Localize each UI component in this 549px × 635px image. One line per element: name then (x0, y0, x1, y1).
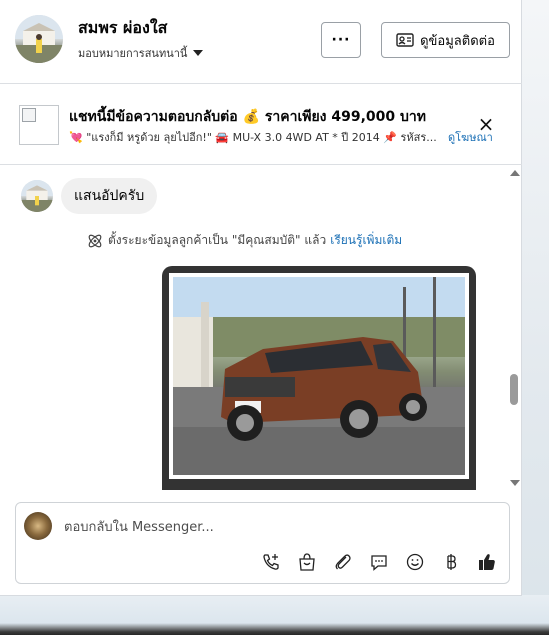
shopping-bag-icon[interactable] (295, 550, 319, 574)
scroll-thumb[interactable] (510, 374, 518, 405)
message-bubble[interactable]: แสนอัปครับ (61, 178, 158, 214)
desktop-background (522, 0, 549, 635)
atom-icon (88, 234, 102, 247)
ad-banner-detail: 💘 "แรงก็มี หรูด้วย ลุยไปอีก!" 🚘 MU-X 3.0… (69, 131, 437, 144)
phone-plus-icon[interactable] (259, 550, 283, 574)
paperclip-icon[interactable] (331, 550, 355, 574)
thumbs-up-icon[interactable] (475, 550, 499, 574)
sender-avatar (21, 180, 53, 212)
system-note: ตั้งระยะข้อมูลลูกค้าเป็น "มีคุณสมบัติ" แ… (86, 231, 402, 250)
view-contact-button[interactable]: ดูข้อมูลติดต่อ (381, 22, 510, 58)
avatar-photo (15, 15, 63, 63)
chat-bubble-icon[interactable] (367, 550, 391, 574)
contact-avatar[interactable] (15, 15, 63, 63)
sender-avatar-photo (21, 180, 53, 212)
caret-down-icon (193, 50, 204, 56)
assign-conversation-label: มอบหมายการสนทนานี้ (78, 47, 188, 60)
ad-banner-title: แชทนี้มีข้อความตอบกลับต่อ 💰 ราคาเพียง 49… (69, 109, 427, 125)
system-note-text: ตั้งระยะข้อมูลลูกค้าเป็น "มีคุณสมบัติ" แ… (108, 233, 327, 247)
ad-reply-banner: แชทนี้มีข้อความตอบกลับต่อ 💰 ราคาเพียง 49… (0, 84, 522, 165)
scroll-down-arrow-icon[interactable] (510, 480, 520, 486)
ad-thumbnail[interactable] (19, 105, 59, 145)
view-contact-label: ดูข้อมูลติดต่อ (420, 33, 495, 49)
contact-name: สมพร ผ่องใส (78, 18, 168, 37)
chat-header: สมพร ผ่องใส มอบหมายการสนทนานี้ ··· ดูข้อ… (0, 0, 522, 84)
page-avatar (24, 512, 52, 540)
chat-window: สมพร ผ่องใส มอบหมายการสนทนานี้ ··· ดูข้อ… (0, 0, 522, 596)
attached-photo-frame (162, 266, 476, 490)
scroll-up-arrow-icon[interactable] (510, 170, 520, 176)
assign-conversation-dropdown[interactable]: มอบหมายการสนทนานี้ (78, 44, 204, 62)
thread-scrollbar[interactable] (507, 165, 521, 490)
smiley-icon[interactable] (403, 550, 427, 574)
attached-photo[interactable] (169, 273, 469, 479)
message-thread: แสนอัปครับ ตั้งระยะข้อมูลลูกค้าเป็น "มีค… (0, 165, 522, 490)
baht-icon[interactable] (439, 550, 463, 574)
car-photo-illustration (173, 277, 465, 475)
more-options-button[interactable]: ··· (321, 22, 361, 58)
desktop-taskbar-edge (0, 595, 549, 635)
learn-more-link[interactable]: เรียนรู้เพิ่มเติม (330, 231, 402, 250)
close-icon[interactable]: × (476, 114, 496, 134)
contact-card-icon (396, 33, 414, 47)
reply-composer (15, 502, 510, 584)
reply-input[interactable] (64, 517, 484, 537)
